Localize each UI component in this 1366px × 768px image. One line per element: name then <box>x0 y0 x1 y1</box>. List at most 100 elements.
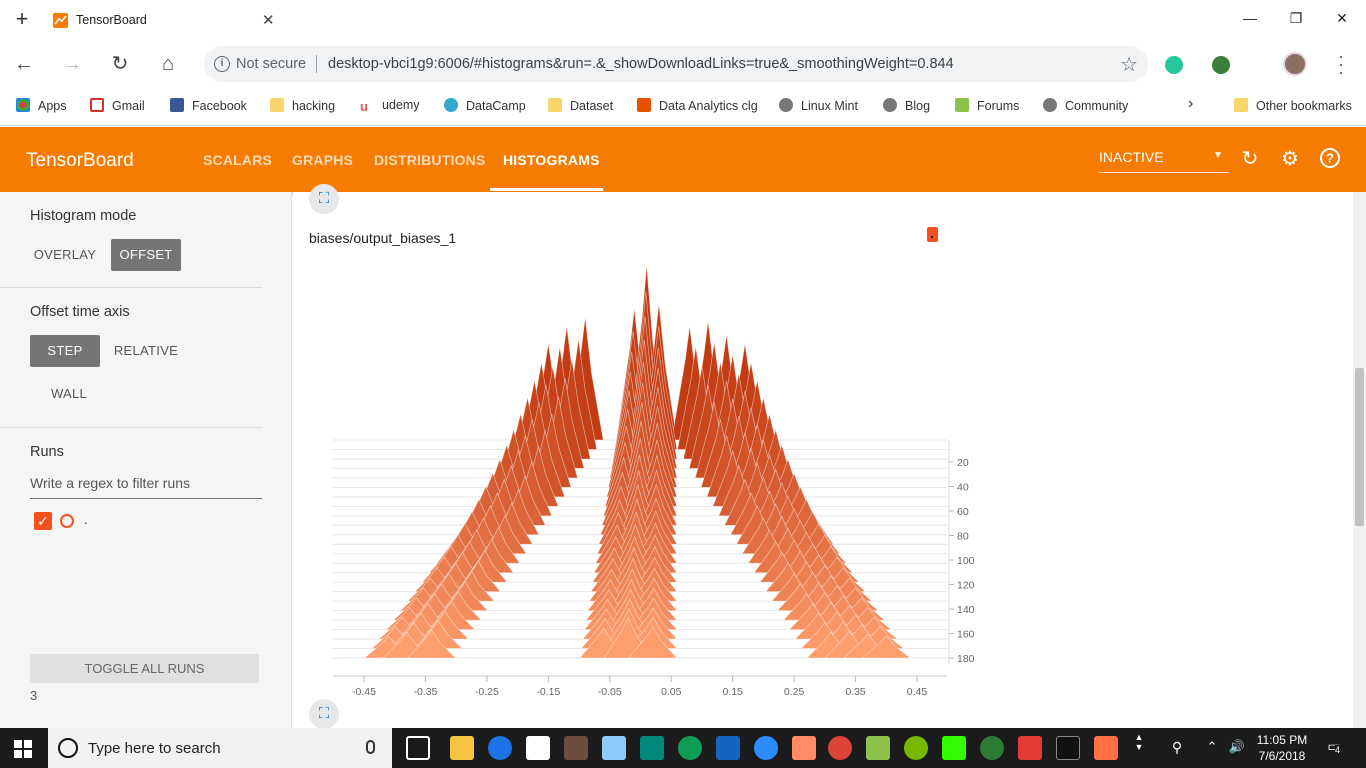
tab-distributions[interactable]: DISTRIBUTIONS <box>374 152 486 168</box>
network-app-icon[interactable] <box>716 736 740 760</box>
tab-graphs[interactable]: GRAPHS <box>292 152 353 168</box>
profile-avatar[interactable] <box>1283 52 1307 76</box>
x-axis-tick-label: -0.45 <box>352 686 376 698</box>
step-axis-tick-label: 40 <box>957 482 969 494</box>
wall-axis-button[interactable]: WALL <box>40 378 98 410</box>
task-view-icon[interactable] <box>406 736 430 760</box>
bookmark-community[interactable]: Community <box>1043 98 1128 113</box>
info-icon[interactable]: i <box>214 56 230 72</box>
browser-tab-strip: + TensorBoard ✕ — ❐ ✕ <box>0 0 1366 42</box>
runs-title: Runs <box>30 444 64 460</box>
loader-app-icon[interactable] <box>980 736 1004 760</box>
chrome-menu-icon[interactable]: · · · <box>1334 47 1348 81</box>
webstorm-icon[interactable] <box>640 736 664 760</box>
hangouts-icon[interactable] <box>678 736 702 760</box>
bookmark-linux-mint[interactable]: Linux Mint <box>779 98 858 113</box>
bookmark-datacamp[interactable]: DataCamp <box>444 98 526 113</box>
grid-app-icon[interactable] <box>792 736 816 760</box>
spider-app-icon[interactable] <box>1018 736 1042 760</box>
bookmark-hacking[interactable]: hacking <box>270 98 335 113</box>
terminal-icon[interactable] <box>1056 736 1080 760</box>
reload-icon[interactable]: ↻ <box>108 53 132 77</box>
go-app-icon[interactable] <box>564 736 588 760</box>
restore-icon[interactable]: ❐ <box>1286 10 1306 27</box>
chat-extension-icon[interactable] <box>1165 56 1183 74</box>
globe-icon <box>883 98 897 112</box>
utorrent-icon[interactable] <box>904 736 928 760</box>
people-icon[interactable]: ⚲ <box>1168 739 1186 756</box>
expand-card-icon[interactable]: ⛶ <box>309 699 339 729</box>
run-checkbox[interactable]: ✓ <box>34 512 52 530</box>
divider <box>0 427 262 428</box>
globe-extension-icon[interactable] <box>1212 56 1230 74</box>
dreamweaver-icon[interactable] <box>942 736 966 760</box>
clock-date: 7/6/2018 <box>1258 749 1306 763</box>
edge-icon[interactable] <box>488 736 512 760</box>
bookmark-apps[interactable]: Apps <box>16 98 67 113</box>
new-tab-button[interactable]: + <box>10 8 34 32</box>
tensorboard-favicon-icon <box>53 13 68 28</box>
help-icon[interactable]: ? <box>1318 147 1342 171</box>
back-icon[interactable]: ← <box>12 53 36 77</box>
page-scrollbar[interactable] <box>1353 192 1366 728</box>
facebook-icon <box>170 98 184 112</box>
snowflake-app-icon[interactable] <box>602 736 626 760</box>
tab-title: TensorBoard <box>76 13 147 27</box>
inactive-plugins-dropdown[interactable]: INACTIVE ▼ <box>1099 149 1229 173</box>
microphone-icon[interactable] <box>366 740 375 754</box>
show-hidden-icons-icon[interactable]: ⌃ <box>1205 739 1219 755</box>
home-icon[interactable]: ⌂ <box>156 53 180 77</box>
chrome-icon[interactable] <box>828 736 852 760</box>
other-bookmarks[interactable]: Other bookmarks <box>1234 98 1352 113</box>
photo-app-icon[interactable] <box>1094 736 1118 760</box>
clock[interactable]: 11:05 PM 7/6/2018 <box>1256 732 1308 764</box>
offset-mode-button[interactable]: OFFSET <box>111 239 181 271</box>
minimize-icon[interactable]: — <box>1240 10 1260 26</box>
taskbar-search[interactable]: Type here to search <box>48 728 392 768</box>
more-bookmarks-chevron-icon[interactable]: › <box>1188 95 1193 113</box>
x-axis-tick-label: -0.15 <box>536 686 560 698</box>
overlay-mode-button[interactable]: OVERLAY <box>28 239 102 271</box>
bookmark-blog[interactable]: Blog <box>883 98 930 113</box>
histogram-main-panel: ⛶ biases/output_biases_1 -0.45 -0.35 -0.25… <box>293 184 1353 729</box>
omnibox-divider <box>316 55 317 73</box>
omnibox[interactable]: i Not secure desktop-vbci1g9:6006/#histo… <box>204 46 1148 82</box>
zoom-icon[interactable] <box>754 736 778 760</box>
bookmark-forums[interactable]: Forums <box>955 98 1019 113</box>
histogram-chart: -0.45 -0.35 -0.25 -0.15 -0.05 0.05 0.15 0.25 0.3… <box>333 264 975 698</box>
inkscape-icon[interactable] <box>866 736 890 760</box>
volume-icon[interactable]: 🔊 <box>1228 739 1246 755</box>
tray-scroll-arrows-icon[interactable]: ▲ ▼ <box>1134 732 1144 752</box>
runs-filter-input[interactable]: Write a regex to filter runs <box>30 475 262 499</box>
tab-scalars[interactable]: SCALARS <box>203 152 272 168</box>
bookmark-gmail[interactable]: Gmail <box>90 98 145 113</box>
x-axis-tick-label: -0.35 <box>413 686 437 698</box>
taskbar-search-placeholder: Type here to search <box>88 740 221 757</box>
bookmark-dataset[interactable]: Dataset <box>548 98 613 113</box>
bookmark-facebook[interactable]: Facebook <box>170 98 247 113</box>
forward-icon[interactable]: → <box>60 53 84 77</box>
close-window-icon[interactable]: ✕ <box>1332 10 1352 27</box>
bookmark-star-icon[interactable]: ☆ <box>1120 52 1138 77</box>
toggle-all-runs-button[interactable]: TOGGLE ALL RUNS <box>30 654 259 683</box>
run-color-swatch[interactable] <box>60 514 74 528</box>
bookmark-data-analytics[interactable]: Data Analytics clg <box>637 98 758 113</box>
file-explorer-icon[interactable] <box>450 736 474 760</box>
step-axis-button[interactable]: STEP <box>30 335 100 367</box>
offset-time-axis-title: Offset time axis <box>30 304 130 320</box>
browser-tab[interactable]: TensorBoard ✕ <box>44 0 284 42</box>
tab-histograms[interactable]: HISTOGRAMS <box>503 152 600 168</box>
url-text[interactable]: desktop-vbci1g9:6006/#histograms&run=.&_… <box>328 56 954 72</box>
notifications-icon[interactable]: ▭ 4 <box>1322 738 1346 755</box>
bookmark-udemy[interactable]: u udemy <box>360 98 420 114</box>
settings-gear-icon[interactable]: ⚙ <box>1278 147 1302 171</box>
mail-icon[interactable] <box>526 736 550 760</box>
relative-axis-button[interactable]: RELATIVE <box>110 335 182 367</box>
dropdown-arrow-icon: ▼ <box>1213 150 1223 161</box>
security-label: Not secure <box>236 56 307 72</box>
close-tab-icon[interactable]: ✕ <box>262 11 275 29</box>
windows-start-icon[interactable] <box>14 740 32 758</box>
scrollbar-thumb[interactable] <box>1355 368 1364 526</box>
cortana-icon <box>58 738 78 758</box>
reload-data-icon[interactable]: ↻ <box>1238 147 1262 171</box>
